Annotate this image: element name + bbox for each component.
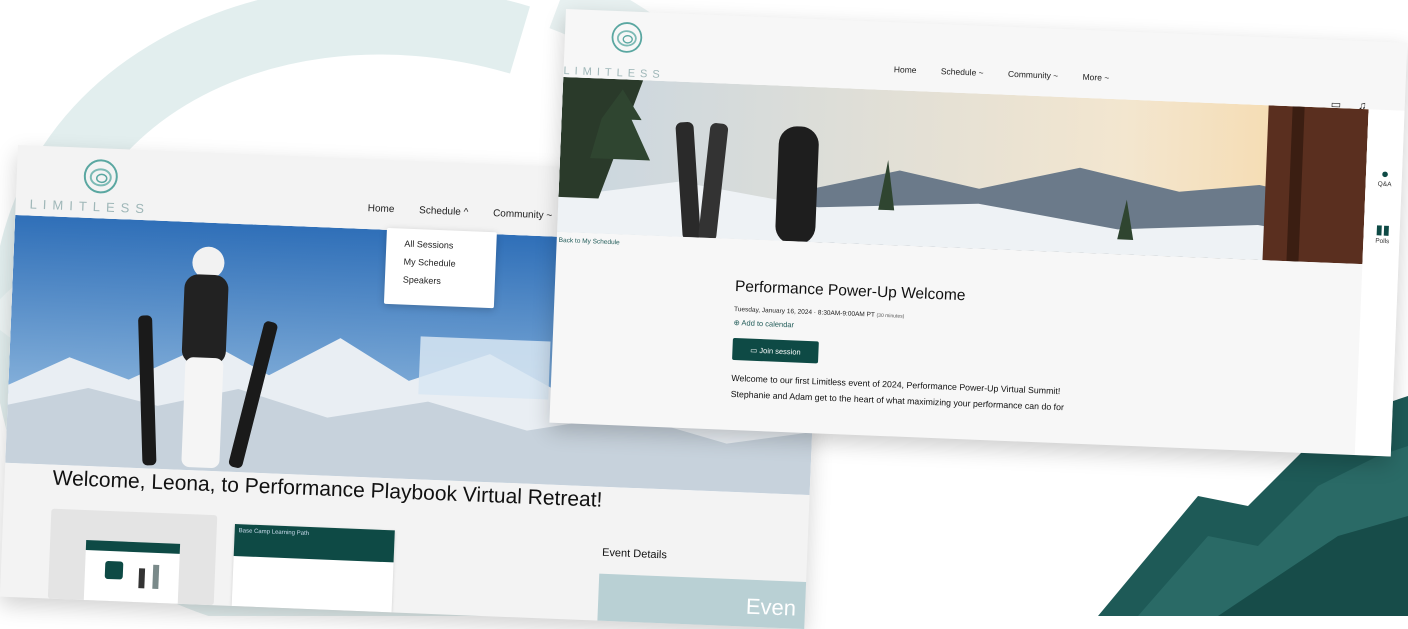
nav-home[interactable]: Home bbox=[894, 64, 917, 75]
event-thumb-text: Even bbox=[745, 593, 797, 621]
session-title: Performance Power-Up Welcome bbox=[734, 278, 966, 305]
nav-more[interactable]: More ~ bbox=[1082, 72, 1109, 83]
nav-community[interactable]: Community ~ bbox=[493, 208, 553, 221]
board-game-icon bbox=[83, 540, 181, 604]
nav-schedule[interactable]: Schedule ~ bbox=[941, 66, 984, 78]
rail-label-qa: Q&A bbox=[1377, 180, 1392, 189]
logo-swirl-icon bbox=[83, 159, 118, 194]
top-nav: Home Schedule ~ Community ~ More ~ bbox=[894, 64, 1132, 84]
limitless-logo: LIMITLESS bbox=[563, 13, 685, 82]
learning-path-card[interactable]: Base Camp Learning Path bbox=[231, 524, 395, 613]
polls-rail-item[interactable]: ▮▮ Polls bbox=[1367, 221, 1398, 246]
session-description: Welcome to our first Limitless event of … bbox=[730, 370, 1171, 420]
logo-swirl-icon bbox=[611, 22, 643, 53]
session-page-screenshot: LIMITLESS Home Schedule ~ Community ~ Mo… bbox=[549, 9, 1408, 457]
nav-home[interactable]: Home bbox=[368, 203, 395, 215]
card-header: Base Camp Learning Path bbox=[233, 524, 395, 563]
session-datetime: Tuesday, January 16, 2024 · 8:30AM-9:00A… bbox=[734, 306, 905, 320]
duration-text: (30 minutes) bbox=[876, 312, 905, 320]
event-thumbnail[interactable]: Even bbox=[597, 573, 810, 629]
hero-image-ski-view bbox=[557, 76, 1369, 265]
add-to-calendar-link[interactable]: ⊕ Add to calendar bbox=[733, 318, 794, 329]
schedule-dropdown-menu: All Sessions My Schedule Speakers bbox=[383, 227, 497, 309]
nav-community[interactable]: Community ~ bbox=[1008, 69, 1059, 81]
back-to-schedule-link[interactable]: Back to My Schedule bbox=[559, 237, 620, 246]
top-nav: Home Schedule ^ Community ~ bbox=[368, 203, 575, 222]
logo-text: LIMITLESS bbox=[29, 196, 151, 217]
menu-item-speakers[interactable]: Speakers bbox=[385, 270, 496, 292]
event-details-label: Event Details bbox=[601, 546, 668, 562]
join-session-button[interactable]: ▭ Join session bbox=[732, 337, 819, 364]
limitless-logo: LIMITLESS bbox=[29, 154, 171, 218]
game-card[interactable] bbox=[47, 508, 218, 606]
bar-chart-icon: ▮▮ bbox=[1375, 221, 1391, 238]
rail-label-polls: Polls bbox=[1375, 237, 1390, 246]
nav-schedule[interactable]: Schedule ^ bbox=[419, 205, 469, 218]
chat-bubbles-icon: ● bbox=[1380, 165, 1390, 182]
datetime-text: Tuesday, January 16, 2024 · 8:30AM-9:00A… bbox=[733, 305, 875, 319]
qa-rail-item[interactable]: ● Q&A bbox=[1369, 165, 1400, 188]
